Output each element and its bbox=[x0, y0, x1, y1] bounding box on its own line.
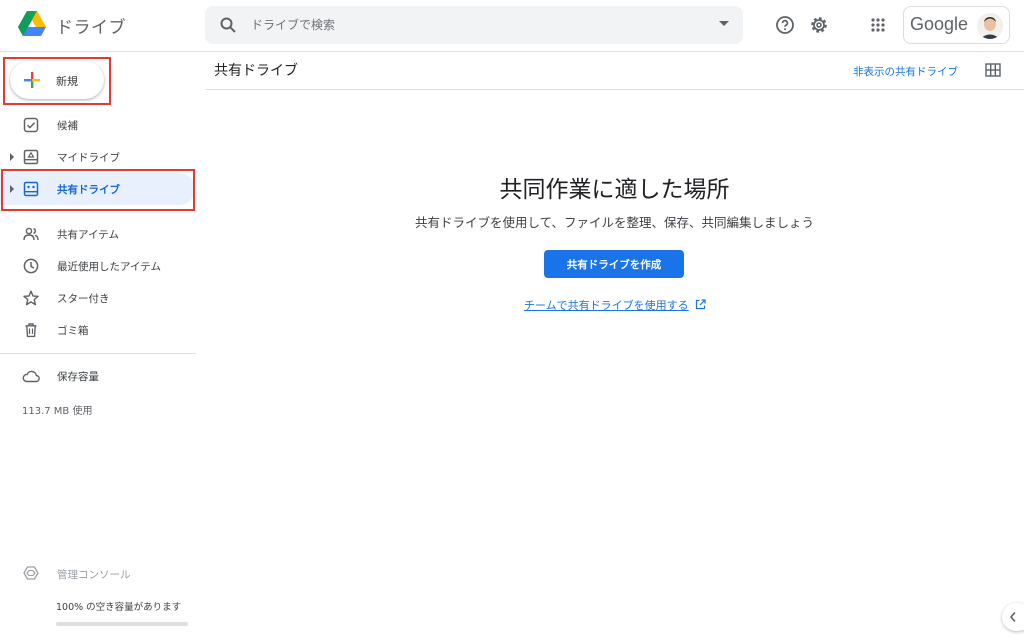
free-space-text: 100% の空き容量があります bbox=[56, 602, 182, 613]
sidebar-divider bbox=[0, 353, 196, 354]
sidebar-item-label: 候補 bbox=[57, 120, 78, 132]
suggested-icon bbox=[23, 117, 39, 133]
sidebar-item-suggested[interactable]: 候補 bbox=[0, 109, 195, 141]
sidebar-item-label: 保存容量 bbox=[57, 371, 99, 383]
hidden-shared-drives-link[interactable]: 非表示の共有ドライブ bbox=[853, 64, 958, 79]
sidebar-item-label: ゴミ箱 bbox=[57, 325, 89, 337]
avatar[interactable] bbox=[977, 13, 1003, 39]
search-bar[interactable] bbox=[205, 6, 743, 44]
search-icon[interactable] bbox=[219, 16, 237, 34]
help-icon[interactable] bbox=[774, 14, 796, 36]
sidebar-item-recent[interactable]: 最近使用したアイテム bbox=[0, 250, 195, 282]
main-divider bbox=[205, 89, 1024, 90]
highlight-box-shared-drives bbox=[1, 169, 195, 211]
empty-state-title: 共同作業に適した場所 bbox=[499, 177, 730, 203]
sidebar-item-trash[interactable]: ゴミ箱 bbox=[0, 314, 195, 346]
search-options-icon[interactable] bbox=[719, 21, 729, 26]
admin-console-icon bbox=[23, 566, 39, 580]
empty-state-subtitle: 共有ドライブを使用して、ファイルを整理、保存、共同編集しましょう bbox=[414, 215, 814, 230]
storage-progress-bar bbox=[56, 622, 188, 626]
google-wordmark: Google bbox=[910, 14, 969, 34]
sidebar-item-label: 共有アイテム bbox=[57, 229, 119, 241]
admin-console-link[interactable]: 管理コンソール bbox=[0, 560, 195, 588]
star-icon bbox=[23, 290, 39, 306]
sidebar-item-label: スター付き bbox=[57, 293, 110, 305]
grid-view-icon[interactable] bbox=[985, 63, 1001, 77]
sidebar-item-label: マイドライブ bbox=[57, 152, 120, 164]
search-input[interactable] bbox=[251, 6, 691, 44]
storage-used-text: 113.7 MB 使用 bbox=[22, 406, 93, 417]
cloud-icon bbox=[22, 370, 40, 383]
gear-icon[interactable] bbox=[808, 14, 830, 36]
admin-console-label: 管理コンソール bbox=[57, 569, 131, 581]
apps-grid-icon[interactable] bbox=[867, 14, 889, 36]
clock-icon bbox=[23, 258, 39, 274]
sidebar-item-starred[interactable]: スター付き bbox=[0, 282, 195, 314]
sidebar-item-shared-with-me[interactable]: 共有アイテム bbox=[0, 218, 195, 250]
people-icon bbox=[23, 227, 39, 241]
my-drive-icon bbox=[23, 149, 39, 165]
highlight-box-new bbox=[3, 57, 111, 105]
trash-icon bbox=[25, 323, 37, 338]
account-switcher[interactable]: Google bbox=[903, 6, 1010, 44]
top-bar: ドライブ Google bbox=[0, 0, 1024, 52]
sidebar-item-label: 最近使用したアイテム bbox=[57, 261, 161, 273]
drive-logo-icon[interactable] bbox=[17, 10, 47, 38]
expand-arrow-icon[interactable] bbox=[10, 153, 14, 161]
chevron-left-icon bbox=[1009, 611, 1016, 623]
create-shared-drive-button[interactable]: 共有ドライブを作成 bbox=[544, 250, 684, 278]
sidebar-item-storage[interactable]: 保存容量 bbox=[0, 360, 195, 392]
team-shared-drive-link[interactable]: チームで共有ドライブを使用する bbox=[524, 297, 689, 313]
app-name: ドライブ bbox=[56, 18, 126, 38]
external-link-icon[interactable] bbox=[695, 299, 706, 310]
page-title: 共有ドライブ bbox=[214, 63, 298, 79]
side-panel-toggle[interactable] bbox=[1002, 603, 1024, 631]
